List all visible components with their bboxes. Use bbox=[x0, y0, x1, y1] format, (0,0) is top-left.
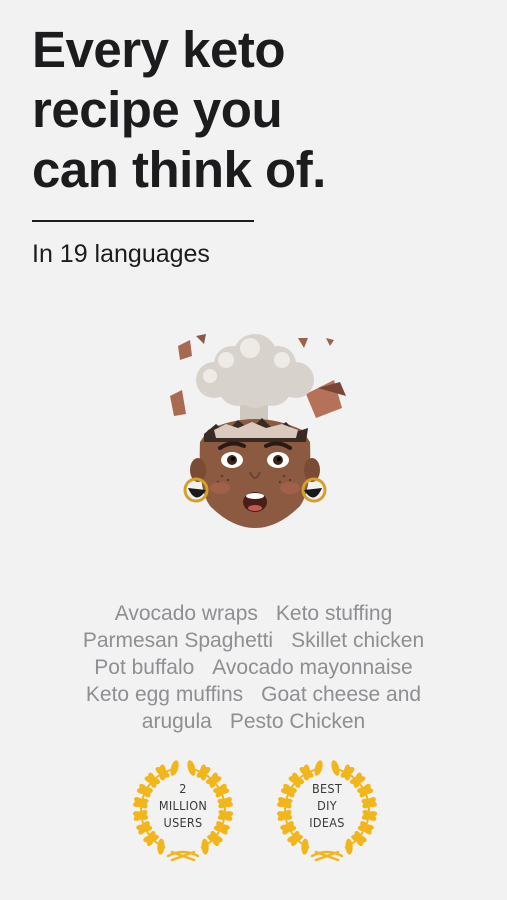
recipe-tag: Parmesan Spaghetti bbox=[82, 629, 274, 652]
award-line: 2 bbox=[179, 781, 187, 796]
award-line: MILLION bbox=[158, 798, 208, 813]
award-line: IDEAS bbox=[309, 815, 345, 830]
award-line: DIY bbox=[317, 798, 337, 813]
award-badge-users: 2 MILLION USERS bbox=[128, 760, 238, 870]
award-badge-ideas: BEST DIY IDEAS bbox=[272, 760, 382, 870]
recipe-tag: Pesto Chicken bbox=[229, 710, 366, 733]
recipe-tag: Skillet chicken bbox=[291, 629, 425, 652]
award-text: 2 MILLION USERS bbox=[128, 780, 238, 831]
recipe-tag: Keto stuffing bbox=[275, 602, 393, 625]
recipe-tag: arugula bbox=[141, 710, 212, 733]
recipe-line: Pot buffalo Avocado mayonnaise bbox=[30, 654, 477, 681]
headline-line-3: can think of. bbox=[32, 141, 326, 198]
headline: Every keto recipe you can think of. bbox=[32, 20, 482, 200]
recipe-tag: Avocado mayonnaise bbox=[212, 656, 413, 679]
recipe-line: Keto egg muffins Goat cheese and bbox=[30, 681, 477, 708]
recipe-tag-cloud: Avocado wraps Keto stuffing Parmesan Spag… bbox=[30, 600, 477, 735]
mind-blown-memoji-icon bbox=[160, 330, 350, 530]
award-line: USERS bbox=[163, 815, 203, 830]
headline-line-1: Every keto bbox=[32, 21, 286, 78]
recipe-tag: Keto egg muffins bbox=[85, 683, 244, 706]
recipe-tag: Pot buffalo bbox=[94, 656, 195, 679]
award-text: BEST DIY IDEAS bbox=[272, 780, 382, 831]
divider bbox=[32, 220, 254, 222]
recipe-tag: Goat cheese and bbox=[261, 683, 422, 706]
headline-line-2: recipe you bbox=[32, 81, 283, 138]
award-line: BEST bbox=[311, 781, 343, 796]
recipe-line: Parmesan Spaghetti Skillet chicken bbox=[30, 627, 477, 654]
recipe-tag: Avocado wraps bbox=[114, 602, 258, 625]
recipe-line: arugula Pesto Chicken bbox=[30, 708, 477, 735]
subtitle: In 19 languages bbox=[32, 240, 210, 268]
recipe-line: Avocado wraps Keto stuffing bbox=[30, 600, 477, 627]
